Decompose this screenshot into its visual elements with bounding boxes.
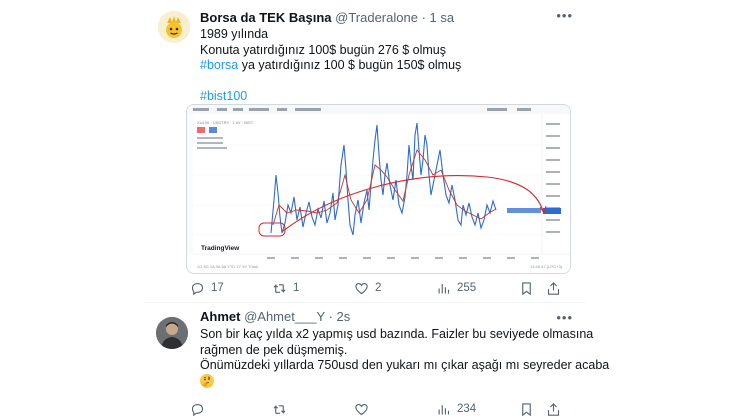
- like-button[interactable]: 2: [354, 278, 381, 298]
- attached-chart-image[interactable]: XU100 · USDTRY · 1 AY · BIST TradingView…: [186, 104, 571, 274]
- tradingview-watermark: TradingView: [201, 245, 240, 252]
- reply-button[interactable]: [190, 399, 211, 419]
- text-line: rağmen de pek düşmemiş.: [200, 342, 348, 357]
- views-count: 234: [457, 403, 477, 415]
- range-toolbar: 1G 5G 1A 3A 6A YTD 1Y 5Y Tümü: [197, 264, 258, 269]
- avatar[interactable]: [156, 317, 188, 349]
- views-icon: [438, 283, 450, 293]
- like-icon: [355, 282, 368, 294]
- chart-clock: 13:45:47 (UTC+3): [530, 264, 563, 269]
- tweet-text: Son bir kaç yılda x2 yapmış usd bazında.…: [200, 327, 609, 389]
- more-icon[interactable]: •••: [556, 8, 573, 23]
- author-name[interactable]: Borsa da TEK Başına: [200, 10, 332, 25]
- chart-symbol-header: XU100 · USDTRY · 1 AY · BIST: [197, 120, 254, 125]
- hashtag-link[interactable]: #borsa: [200, 58, 238, 72]
- share-icon: [547, 402, 560, 416]
- reply-icon: [191, 403, 204, 416]
- share-button[interactable]: [546, 399, 567, 419]
- share-icon: [547, 281, 560, 295]
- retweet-count: 1: [293, 282, 300, 294]
- views-button[interactable]: 234: [436, 399, 476, 419]
- tweet-text: 1989 yılında Konuta yatırdığınız 100$ bu…: [200, 27, 461, 105]
- bookmark-button[interactable]: [519, 399, 540, 419]
- action-bar: 17 1 2 255: [186, 278, 571, 298]
- thinking-emoji-icon: [200, 374, 214, 389]
- text-segment: Konuta yatırdığınız 100$ bugün 276 $ olm…: [200, 42, 447, 57]
- text-line: #bist100: [200, 89, 461, 105]
- retweet-button[interactable]: 1: [272, 278, 299, 298]
- like-icon: [355, 403, 368, 415]
- like-count: 2: [375, 282, 382, 294]
- tweet-reply: Ahmet @Ahmet___Y · 2s ••• Son bir kaç yı…: [0, 305, 730, 420]
- reply-count: 17: [211, 282, 224, 294]
- author-handle[interactable]: @Ahmet___Y: [244, 309, 325, 324]
- retweet-icon: [273, 404, 286, 414]
- tweet-header: Ahmet @Ahmet___Y · 2s: [200, 309, 350, 324]
- more-icon[interactable]: •••: [556, 310, 573, 325]
- tweet-original: Borsa da TEK Başına @Traderalone · 1 sa …: [0, 0, 730, 300]
- text-segment: ya yatırdığınız 100 $ bugün 150$ olmuş: [238, 58, 462, 72]
- hashtag-link[interactable]: #bist100: [200, 89, 247, 103]
- views-icon: [438, 404, 450, 414]
- retweet-button[interactable]: [272, 399, 293, 419]
- emoji-line: [200, 374, 609, 390]
- like-button[interactable]: [354, 399, 375, 419]
- tweet-header: Borsa da TEK Başına @Traderalone · 1 sa: [200, 10, 454, 25]
- share-button[interactable]: [546, 278, 567, 298]
- text-line: 1989 yılında: [200, 27, 269, 41]
- avatar[interactable]: [158, 11, 190, 43]
- text-line: Konuta yatırdığınız 100$ bugün 276 $ olm…: [200, 43, 461, 59]
- reply-button[interactable]: 17: [190, 278, 224, 298]
- reply-icon: [191, 282, 204, 295]
- author-handle[interactable]: @Traderalone: [335, 10, 418, 25]
- timestamp[interactable]: · 2s: [329, 309, 351, 324]
- views-button[interactable]: 255: [436, 278, 476, 298]
- text-line: Son bir kaç yılda x2 yapmış usd bazında.…: [200, 327, 594, 341]
- text-line: Önümüzdeki yıllarda 750usd den yukarı mı…: [200, 358, 610, 372]
- retweet-icon: [273, 283, 286, 293]
- timestamp[interactable]: · 1 sa: [422, 10, 455, 25]
- text-line: #borsa ya yatırdığınız 100 $ bugün 150$ …: [200, 58, 461, 74]
- bookmark-icon: [522, 281, 531, 295]
- tweet-divider: [145, 302, 585, 303]
- bookmark-icon: [522, 402, 531, 416]
- action-bar: 234: [186, 399, 571, 419]
- views-count: 255: [457, 282, 477, 294]
- bookmark-button[interactable]: [519, 278, 540, 298]
- author-name[interactable]: Ahmet: [200, 309, 240, 324]
